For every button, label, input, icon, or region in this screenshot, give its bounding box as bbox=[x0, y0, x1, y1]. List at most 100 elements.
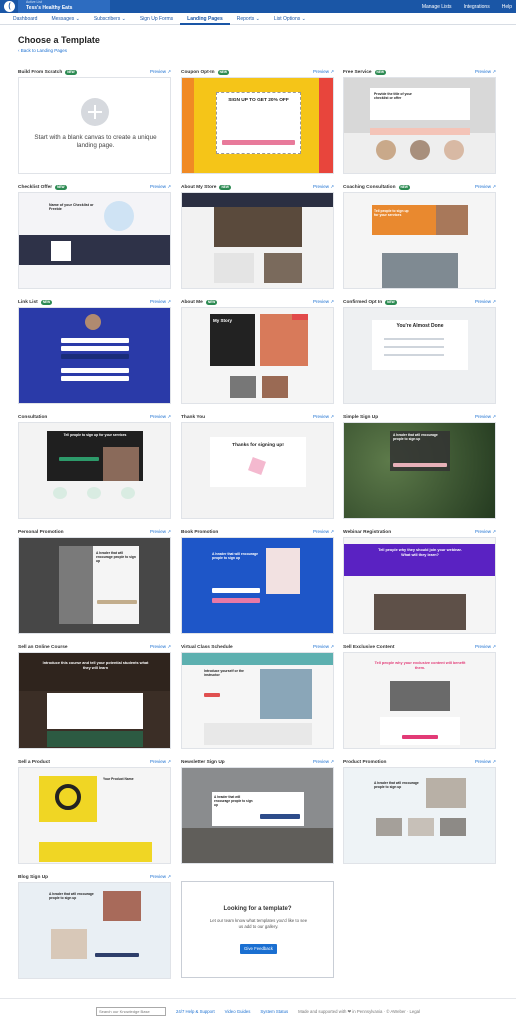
preview-link[interactable]: Preview ↗ bbox=[475, 299, 496, 305]
aweber-logo-icon[interactable]: ( bbox=[4, 1, 15, 12]
nav-list-options[interactable]: List Options ⌄ bbox=[267, 13, 313, 25]
preview-link[interactable]: Preview ↗ bbox=[313, 529, 334, 535]
integrations-link[interactable]: Integrations bbox=[464, 4, 490, 10]
nav-subscribers[interactable]: Subscribers ⌄ bbox=[87, 13, 133, 25]
template-card-confirmed-opt-in[interactable]: Confirmed Opt In NEW Preview ↗ You're Alm… bbox=[343, 298, 496, 404]
template-card-thank-you[interactable]: Thank You Preview ↗ Thanks for signing u… bbox=[181, 413, 334, 519]
template-card-consultation[interactable]: Consultation Preview ↗ Tell people to si… bbox=[18, 413, 171, 519]
template-thumbnail[interactable]: A header that will encourage people to s… bbox=[181, 767, 334, 864]
template-card-product-promotion[interactable]: Product Promotion Preview ↗ A header tha… bbox=[343, 758, 496, 864]
template-card-blog-sign-up[interactable]: Blog Sign Up Preview ↗ A header that wil… bbox=[18, 873, 171, 979]
nav-sign-up-forms[interactable]: Sign Up Forms bbox=[133, 13, 180, 25]
preview-link[interactable]: Preview ↗ bbox=[150, 644, 171, 650]
template-thumbnail[interactable]: SIGN UP TO GET 20% OFF bbox=[181, 77, 334, 174]
preview-link[interactable]: Preview ↗ bbox=[475, 644, 496, 650]
template-thumbnail[interactable]: Provide the title of your checklist or o… bbox=[343, 77, 496, 174]
preview-link[interactable]: Preview ↗ bbox=[313, 184, 334, 190]
preview-link[interactable]: Preview ↗ bbox=[150, 759, 171, 765]
top-bar: ( Active List Tess's Healthy Eats Manage… bbox=[0, 0, 516, 13]
preview-link[interactable]: Preview ↗ bbox=[313, 414, 334, 420]
footer-made-by: Made and supported with ❤ in Pennsylvani… bbox=[298, 1008, 421, 1014]
preview-link[interactable]: Preview ↗ bbox=[313, 299, 334, 305]
preview-link[interactable]: Preview ↗ bbox=[475, 759, 496, 765]
preview-link[interactable]: Preview ↗ bbox=[313, 759, 334, 765]
template-card-checklist-offer[interactable]: Checklist Offer NEW Preview ↗ Name of you… bbox=[18, 183, 171, 289]
preview-link[interactable]: Preview ↗ bbox=[150, 299, 171, 305]
template-thumbnail[interactable]: A header that will encourage people to s… bbox=[343, 422, 496, 519]
template-card-sell-exclusive-content[interactable]: Sell Exclusive Content Preview ↗ Tell pe… bbox=[343, 643, 496, 749]
template-card-coaching-consultation[interactable]: Coaching Consultation NEW Preview ↗ Tell … bbox=[343, 183, 496, 289]
template-card-build-from-scratch[interactable]: Build From Scratch NEW Preview ↗ Start wi… bbox=[18, 68, 171, 174]
template-card-free-service[interactable]: Free Service NEW Preview ↗ Provide the ti… bbox=[343, 68, 496, 174]
template-card-webinar-registration[interactable]: Webinar Registration Preview ↗ Tell peop… bbox=[343, 528, 496, 634]
help-link[interactable]: Help bbox=[502, 4, 512, 10]
new-badge: NEW bbox=[374, 69, 386, 75]
manage-lists-link[interactable]: Manage Lists bbox=[422, 4, 452, 10]
template-card-personal-promotion[interactable]: Personal Promotion Preview ↗ A header th… bbox=[18, 528, 171, 634]
template-text: Tell people why they should join your we… bbox=[378, 548, 462, 557]
template-thumbnail[interactable]: Thanks for signing up! bbox=[181, 422, 334, 519]
preview-link[interactable]: Preview ↗ bbox=[313, 69, 334, 75]
template-thumbnail[interactable]: A header that will encourage people to s… bbox=[343, 767, 496, 864]
template-thumbnail[interactable]: A header that will encourage people to s… bbox=[18, 882, 171, 979]
template-card-coupon-opt-in[interactable]: Coupon Opt-In NEW Preview ↗ SIGN UP TO GE… bbox=[181, 68, 334, 174]
template-text: Name of your Checklist or Freebie bbox=[49, 203, 94, 212]
template-title: Link List NEW bbox=[18, 299, 53, 305]
preview-link[interactable]: Preview ↗ bbox=[150, 184, 171, 190]
preview-link[interactable]: Preview ↗ bbox=[475, 529, 496, 535]
template-title: Sell a Product bbox=[18, 759, 50, 765]
preview-link[interactable]: Preview ↗ bbox=[313, 644, 334, 650]
template-thumbnail[interactable]: Introduce yourself or the instructor bbox=[181, 652, 334, 749]
template-card-virtual-class-schedule[interactable]: Virtual Class Schedule Preview ↗ Introdu… bbox=[181, 643, 334, 749]
template-thumbnail[interactable]: My Story bbox=[181, 307, 334, 404]
knowledge-base-search-input[interactable]: Search our Knowledge Base bbox=[95, 1007, 166, 1016]
template-card-link-list[interactable]: Link List NEW Preview ↗ bbox=[18, 298, 171, 404]
nav-reports[interactable]: Reports ⌄ bbox=[230, 13, 267, 25]
template-thumbnail[interactable] bbox=[18, 307, 171, 404]
preview-link[interactable]: Preview ↗ bbox=[475, 184, 496, 190]
template-thumbnail[interactable]: A header that will encourage people to s… bbox=[181, 537, 334, 634]
footer-system-status-link[interactable]: System Status bbox=[260, 1009, 288, 1014]
new-badge: NEW bbox=[205, 299, 218, 305]
back-to-landing-pages-link[interactable]: ‹ Back to Landing Pages bbox=[18, 48, 67, 53]
template-thumbnail[interactable]: Tell people why your exclusive content w… bbox=[343, 652, 496, 749]
account-switcher[interactable]: Active List Tess's Healthy Eats bbox=[18, 0, 110, 13]
preview-link[interactable]: Preview ↗ bbox=[475, 414, 496, 420]
template-card-simple-sign-up[interactable]: Simple Sign Up Preview ↗ A header that w… bbox=[343, 413, 496, 519]
give-feedback-button[interactable]: Give Feedback bbox=[240, 944, 277, 954]
template-thumbnail[interactable]: Your Product Name bbox=[18, 767, 171, 864]
nav-dashboard[interactable]: Dashboard bbox=[6, 13, 44, 25]
preview-link[interactable]: Preview ↗ bbox=[475, 69, 496, 75]
footer-help-link[interactable]: 24/7 Help & Support bbox=[176, 1009, 215, 1014]
footer-video-guides-link[interactable]: Video Guides bbox=[225, 1009, 251, 1014]
template-text: Tell people to sign up for your services bbox=[374, 209, 409, 218]
template-text: A header that will encourage people to s… bbox=[96, 551, 136, 563]
template-title: Book Promotion bbox=[181, 529, 219, 535]
template-title: Checklist Offer NEW bbox=[18, 184, 67, 190]
template-thumbnail[interactable]: You're Almost Done bbox=[343, 307, 496, 404]
template-thumbnail[interactable] bbox=[181, 192, 334, 289]
template-thumbnail[interactable]: Tell people why they should join your we… bbox=[343, 537, 496, 634]
template-thumbnail[interactable]: Tell people to sign up for your services bbox=[343, 192, 496, 289]
template-card-about-me[interactable]: About Me NEW Preview ↗ My Story bbox=[181, 298, 334, 404]
template-title: Sell an Online Course bbox=[18, 644, 68, 650]
template-card-sell-an-online-course[interactable]: Sell an Online Course Preview ↗ Introduc… bbox=[18, 643, 171, 749]
preview-link[interactable]: Preview ↗ bbox=[150, 529, 171, 535]
nav-messages[interactable]: Messages ⌄ bbox=[44, 13, 86, 25]
template-thumbnail[interactable]: Introduce this course and tell your pote… bbox=[18, 652, 171, 749]
template-card-about-my-store[interactable]: About My Store NEW Preview ↗ bbox=[181, 183, 334, 289]
template-title: Coupon Opt-In NEW bbox=[181, 69, 230, 75]
template-title: About Me NEW bbox=[181, 299, 218, 305]
template-title: Coaching Consultation NEW bbox=[343, 184, 410, 190]
preview-link[interactable]: Preview ↗ bbox=[150, 414, 171, 420]
template-thumbnail[interactable]: Name of your Checklist or Freebie bbox=[18, 192, 171, 289]
template-card-sell-a-product[interactable]: Sell a Product Preview ↗ Your Product Na… bbox=[18, 758, 171, 864]
template-card-book-promotion[interactable]: Book Promotion Preview ↗ A header that w… bbox=[181, 528, 334, 634]
preview-link[interactable]: Preview ↗ bbox=[150, 69, 171, 75]
nav-landing-pages[interactable]: Landing Pages bbox=[180, 13, 230, 25]
template-thumbnail[interactable]: Start with a blank canvas to create a un… bbox=[18, 77, 171, 174]
template-thumbnail[interactable]: Tell people to sign up for your services bbox=[18, 422, 171, 519]
template-thumbnail[interactable]: A header that will encourage people to s… bbox=[18, 537, 171, 634]
preview-link[interactable]: Preview ↗ bbox=[150, 874, 171, 880]
template-card-newsletter-sign-up[interactable]: Newsletter Sign Up Preview ↗ A header th… bbox=[181, 758, 334, 864]
